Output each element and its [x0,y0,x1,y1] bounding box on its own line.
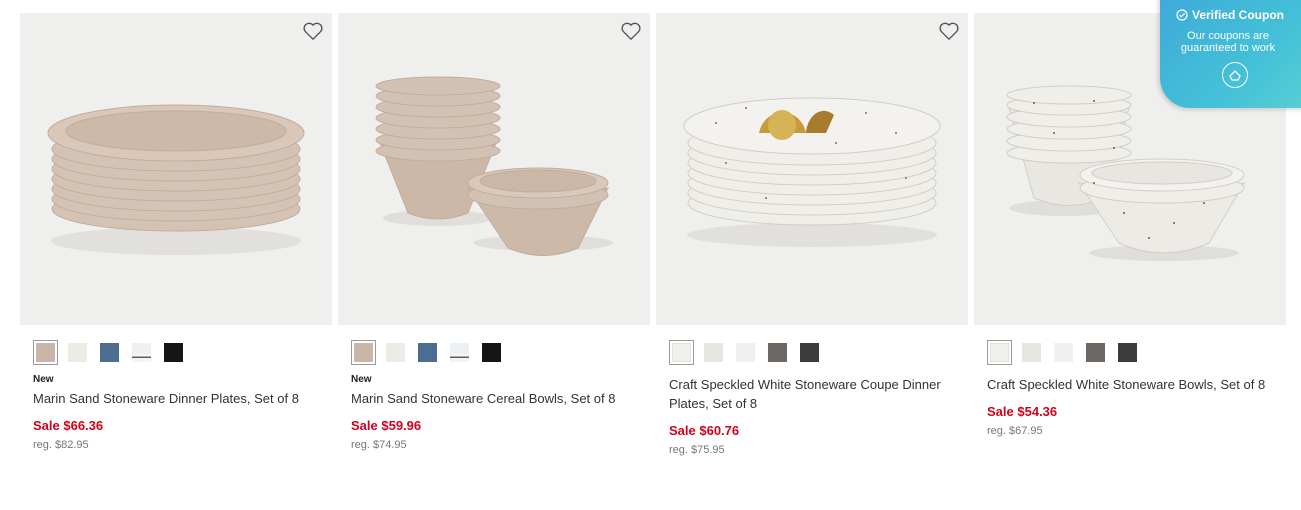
swatch-speckled-white[interactable] [669,340,694,365]
bowls-stack-illustration [375,76,613,256]
swatch-grey[interactable] [1083,340,1108,365]
swatch-white[interactable] [733,340,758,365]
color-swatches [987,340,1286,365]
product-title[interactable]: Marin Sand Stoneware Dinner Plates, Set … [33,389,313,408]
regular-price: reg. $74.95 [351,439,407,451]
swatch-white-brown[interactable] [447,340,472,365]
product-title[interactable]: Marin Sand Stoneware Cereal Bowls, Set o… [351,389,631,408]
favorite-heart-icon[interactable] [938,21,960,41]
color-swatches [351,340,650,365]
sale-price: Sale $60.76 [669,423,740,438]
swatch-grey[interactable] [765,340,790,365]
product-grid: New Marin Sand Stoneware Dinner Plates, … [20,13,1286,456]
sale-price: Sale $54.36 [987,404,1058,419]
regular-price: reg. $67.95 [987,425,1043,437]
swatch-white[interactable] [383,340,408,365]
favorite-heart-icon[interactable] [302,21,324,41]
swatch-cream[interactable] [1019,340,1044,365]
check-circle-icon [1176,9,1188,21]
swatch-blue[interactable] [415,340,440,365]
product-card[interactable]: New Marin Sand Stoneware Dinner Plates, … [20,13,332,456]
coupon-subtitle-line2: guaranteed to work [1180,42,1276,54]
swatch-sand[interactable] [33,340,58,365]
coupon-subtitle-line1: Our coupons are [1187,30,1269,42]
plates-stack-illustration [47,104,305,255]
swatch-charcoal[interactable] [797,340,822,365]
swatch-charcoal[interactable] [1115,340,1140,365]
color-swatches [669,340,968,365]
product-card[interactable]: New Marin Sand Stoneware Cereal Bowls, S… [338,13,650,456]
product-title[interactable]: Craft Speckled White Stoneware Coupe Din… [669,375,949,413]
swatch-sand[interactable] [351,340,376,365]
swatch-cream[interactable] [701,340,726,365]
coupon-title-text: Verified Coupon [1191,8,1284,22]
swatch-black[interactable] [479,340,504,365]
regular-price: reg. $75.95 [669,444,725,456]
sale-price: Sale $66.36 [33,418,104,433]
coupon-logo-icon[interactable] [1222,62,1248,88]
product-title[interactable]: Craft Speckled White Stoneware Bowls, Se… [987,375,1267,394]
coupon-title: Verified Coupon [1160,8,1301,22]
swatch-white-brown[interactable] [129,340,154,365]
speckled-plates-illustration [683,97,941,247]
verified-coupon-widget[interactable]: Verified Coupon Our coupons are guarante… [1160,0,1301,108]
sale-price: Sale $59.96 [351,418,422,433]
swatch-black[interactable] [161,340,186,365]
new-badge: New [351,374,372,385]
product-image[interactable] [338,13,650,325]
swatch-blue[interactable] [97,340,122,365]
swatch-speckled-white[interactable] [987,340,1012,365]
swatch-white[interactable] [65,340,90,365]
swatch-white[interactable] [1051,340,1076,365]
color-swatches [33,340,332,365]
favorite-heart-icon[interactable] [620,21,642,41]
product-card[interactable]: Craft Speckled White Stoneware Coupe Din… [656,13,968,456]
product-image[interactable] [656,13,968,325]
new-badge: New [33,374,54,385]
regular-price: reg. $82.95 [33,439,89,451]
product-image[interactable] [20,13,332,325]
coupon-subtitle: Our coupons are guaranteed to work [1160,30,1301,54]
